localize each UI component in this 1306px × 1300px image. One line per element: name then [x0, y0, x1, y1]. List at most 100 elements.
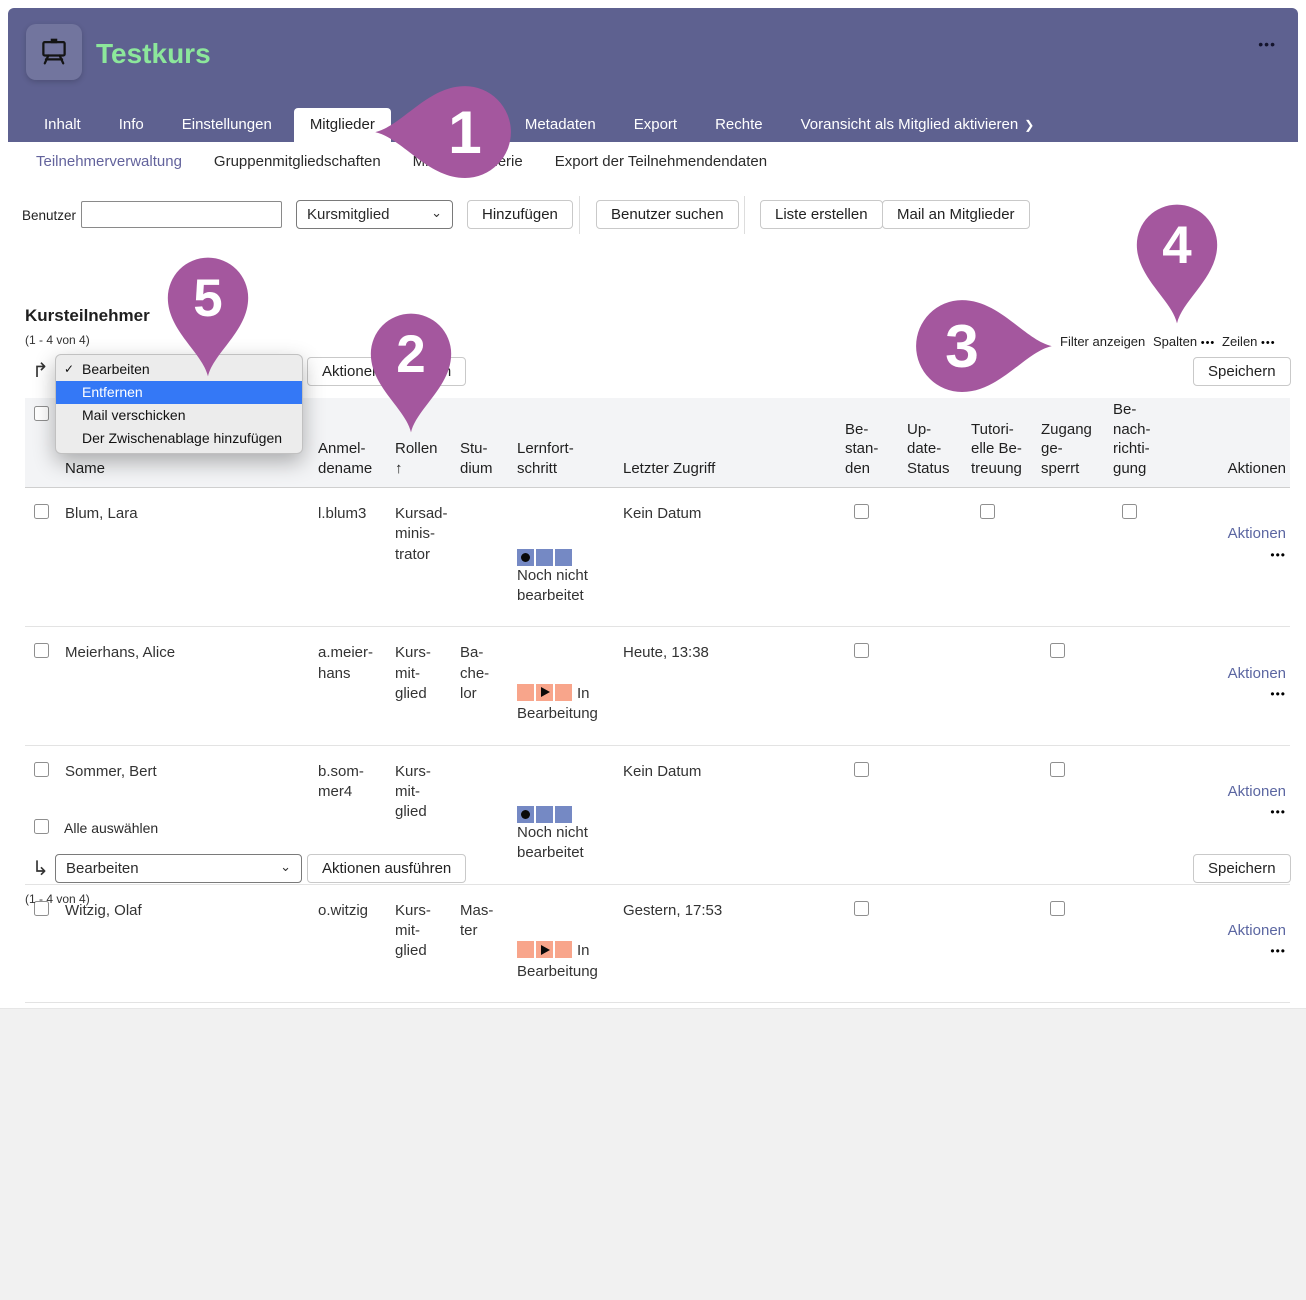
more-dots-icon: •••	[1261, 337, 1276, 349]
cell-tutorielle-betreuung	[971, 885, 1041, 1002]
menu-item-label: Der Zwischenablage hinzufügen	[82, 430, 282, 446]
benutzer-input[interactable]	[81, 201, 282, 228]
menu-item-zwischenablage[interactable]: Der Zwischenablage hinzufügen	[56, 427, 302, 450]
cell-anmeldename: l.blum3	[318, 488, 395, 626]
col-lernfortschritt[interactable]: Lernfort- schritt	[517, 439, 623, 487]
cell-update-status	[907, 746, 971, 884]
tab-einstellungen[interactable]: Einstellungen	[166, 108, 288, 142]
cell-rolle: Kursad- minis- trator	[395, 488, 460, 626]
hinzufuegen-button[interactable]: Hinzufügen	[467, 200, 573, 229]
tutorielle-checkbox[interactable]	[980, 504, 995, 519]
row-aktionen-dots-icon[interactable]: •••	[1270, 548, 1286, 562]
callout-4-pin: 4	[1093, 159, 1261, 327]
course-members-page: Testkurs ••• Inhalt Info Einstellungen M…	[0, 0, 1306, 1300]
liste-erstellen-button[interactable]: Liste erstellen	[760, 200, 883, 229]
tab-rechte[interactable]: Rechte	[699, 108, 779, 142]
cell-bestanden	[845, 488, 907, 626]
cell-anmeldename: a.meier- hans	[318, 627, 395, 744]
easel-icon	[37, 35, 71, 69]
tab-voransicht[interactable]: Voransicht als Mitglied aktivieren❯	[785, 108, 1051, 142]
mail-an-mitglieder-button[interactable]: Mail an Mitglieder	[882, 200, 1030, 229]
row-aktionen-dots-icon[interactable]: •••	[1270, 944, 1286, 958]
row-checkbox[interactable]	[34, 504, 49, 519]
role-select[interactable]: Kursmitglied ⌄	[296, 200, 453, 229]
zugang-checkbox[interactable]	[1050, 762, 1065, 777]
row-aktionen-link[interactable]: Aktionen	[1228, 525, 1286, 542]
row-checkbox[interactable]	[34, 762, 49, 777]
subnav-teilnehmerverwaltung[interactable]: Teilnehmerverwaltung	[36, 153, 182, 170]
aktionen-ausfuehren-button-bottom[interactable]: Aktionen ausführen	[307, 854, 466, 883]
progress-indicator: Noch nicht bearbeitet	[517, 524, 611, 606]
row-aktionen-link[interactable]: Aktionen	[1228, 783, 1286, 800]
toolbar-divider	[744, 196, 745, 234]
progress-squares-icon	[517, 941, 572, 958]
subnav-gruppenmitgliedschaften[interactable]: Gruppenmitgliedschaften	[214, 153, 381, 170]
col-tutorielle-betreuung[interactable]: Tutori- elle Be- treuung	[971, 420, 1041, 487]
col-name[interactable]: Name	[65, 459, 318, 487]
cell-zugang-gesperrt	[1041, 885, 1113, 1002]
bestanden-checkbox[interactable]	[854, 901, 869, 916]
speichern-button-top[interactable]: Speichern	[1193, 357, 1291, 386]
col-benachrichtigung[interactable]: Be- nach- richti- gung	[1113, 400, 1179, 487]
col-letzter-zugriff[interactable]: Letzter Zugriff	[623, 459, 845, 487]
course-tabbar: Inhalt Info Einstellungen Mitglieder Met…	[8, 108, 1298, 142]
tab-info[interactable]: Info	[103, 108, 160, 142]
col-zugang-gesperrt[interactable]: Zugang ge- sperrt	[1041, 420, 1113, 487]
row-aktionen-dots-icon[interactable]: •••	[1270, 687, 1286, 701]
cell-lernfortschritt: In Bearbeitung	[517, 627, 623, 744]
tab-inhalt[interactable]: Inhalt	[28, 108, 97, 142]
callout-3-number: 3	[945, 312, 979, 380]
zugang-checkbox[interactable]	[1050, 643, 1065, 658]
menu-item-entfernen[interactable]: Entfernen	[56, 381, 302, 404]
cell-lernfortschritt: Noch nicht bearbeitet	[517, 746, 623, 884]
select-all-checkbox-bottom[interactable]	[34, 819, 49, 834]
progress-squares-icon	[517, 806, 572, 823]
cell-tutorielle-betreuung	[971, 627, 1041, 744]
cell-studium: Mas- ter	[460, 885, 517, 1002]
speichern-button-bottom[interactable]: Speichern	[1193, 854, 1291, 883]
cell-update-status	[907, 488, 971, 626]
select-all-checkbox[interactable]	[34, 406, 49, 421]
row-checkbox[interactable]	[34, 643, 49, 658]
aktionen-ausfuehren-button-top[interactable]: Aktionen ausführen	[307, 357, 466, 386]
col-bestanden[interactable]: Be- stan- den	[845, 420, 907, 487]
bestanden-checkbox[interactable]	[854, 504, 869, 519]
menu-item-bearbeiten[interactable]: ✓ Bearbeiten	[56, 358, 302, 381]
bestanden-checkbox[interactable]	[854, 762, 869, 777]
tab-mitglieder[interactable]: Mitglieder	[294, 108, 391, 142]
result-count-bottom: (1 - 4 von 4)	[25, 892, 90, 906]
cell-aktionen: Aktionen •••	[1179, 627, 1290, 744]
col-studium[interactable]: Stu- dium	[460, 439, 517, 487]
cell-name: Blum, Lara	[65, 488, 318, 626]
row-aktionen-link[interactable]: Aktionen	[1228, 665, 1286, 682]
row-aktionen-dots-icon[interactable]: •••	[1270, 805, 1286, 819]
zeilen-link[interactable]: Zeilen •••	[1222, 334, 1276, 349]
col-update-status[interactable]: Up- date- Status	[907, 420, 971, 487]
col-anmeldename[interactable]: Anmel- dename	[318, 439, 395, 487]
tab-metadaten[interactable]: Metadaten	[509, 108, 612, 142]
cell-name: Witzig, Olaf	[65, 885, 318, 1002]
cell-bestanden	[845, 746, 907, 884]
bestanden-checkbox[interactable]	[854, 643, 869, 658]
role-select-value: Kursmitglied	[307, 206, 390, 223]
tab-export[interactable]: Export	[618, 108, 693, 142]
cell-studium: Ba- che- lor	[460, 627, 517, 744]
cell-letzter-zugriff: Gestern, 17:53	[623, 885, 845, 1002]
checkmark-icon: ✓	[64, 358, 74, 381]
cell-select	[25, 627, 65, 744]
subnav-mitgliedergalerie[interactable]: Mitgliedergalerie	[413, 153, 523, 170]
subnav-export-teilnehmendendaten[interactable]: Export der Teilnehmendendaten	[555, 153, 767, 170]
benachrichtigung-checkbox[interactable]	[1122, 504, 1137, 519]
zugang-checkbox[interactable]	[1050, 901, 1065, 916]
menu-item-mail-verschicken[interactable]: Mail verschicken	[56, 404, 302, 427]
col-rollen[interactable]: Rollen↑	[395, 439, 460, 487]
progress-squares-icon	[517, 549, 572, 566]
bulk-action-select[interactable]: Bearbeiten ⌄	[55, 854, 302, 883]
filter-anzeigen-link[interactable]: Filter anzeigen	[1060, 334, 1145, 349]
progress-label: Noch nicht bearbeitet	[517, 824, 588, 861]
header-more-icon[interactable]: •••	[1258, 36, 1276, 52]
benutzer-suchen-button[interactable]: Benutzer suchen	[596, 200, 739, 229]
spalten-link[interactable]: Spalten •••	[1153, 334, 1215, 349]
callout-5-number: 5	[193, 269, 222, 328]
row-aktionen-link[interactable]: Aktionen	[1228, 922, 1286, 939]
